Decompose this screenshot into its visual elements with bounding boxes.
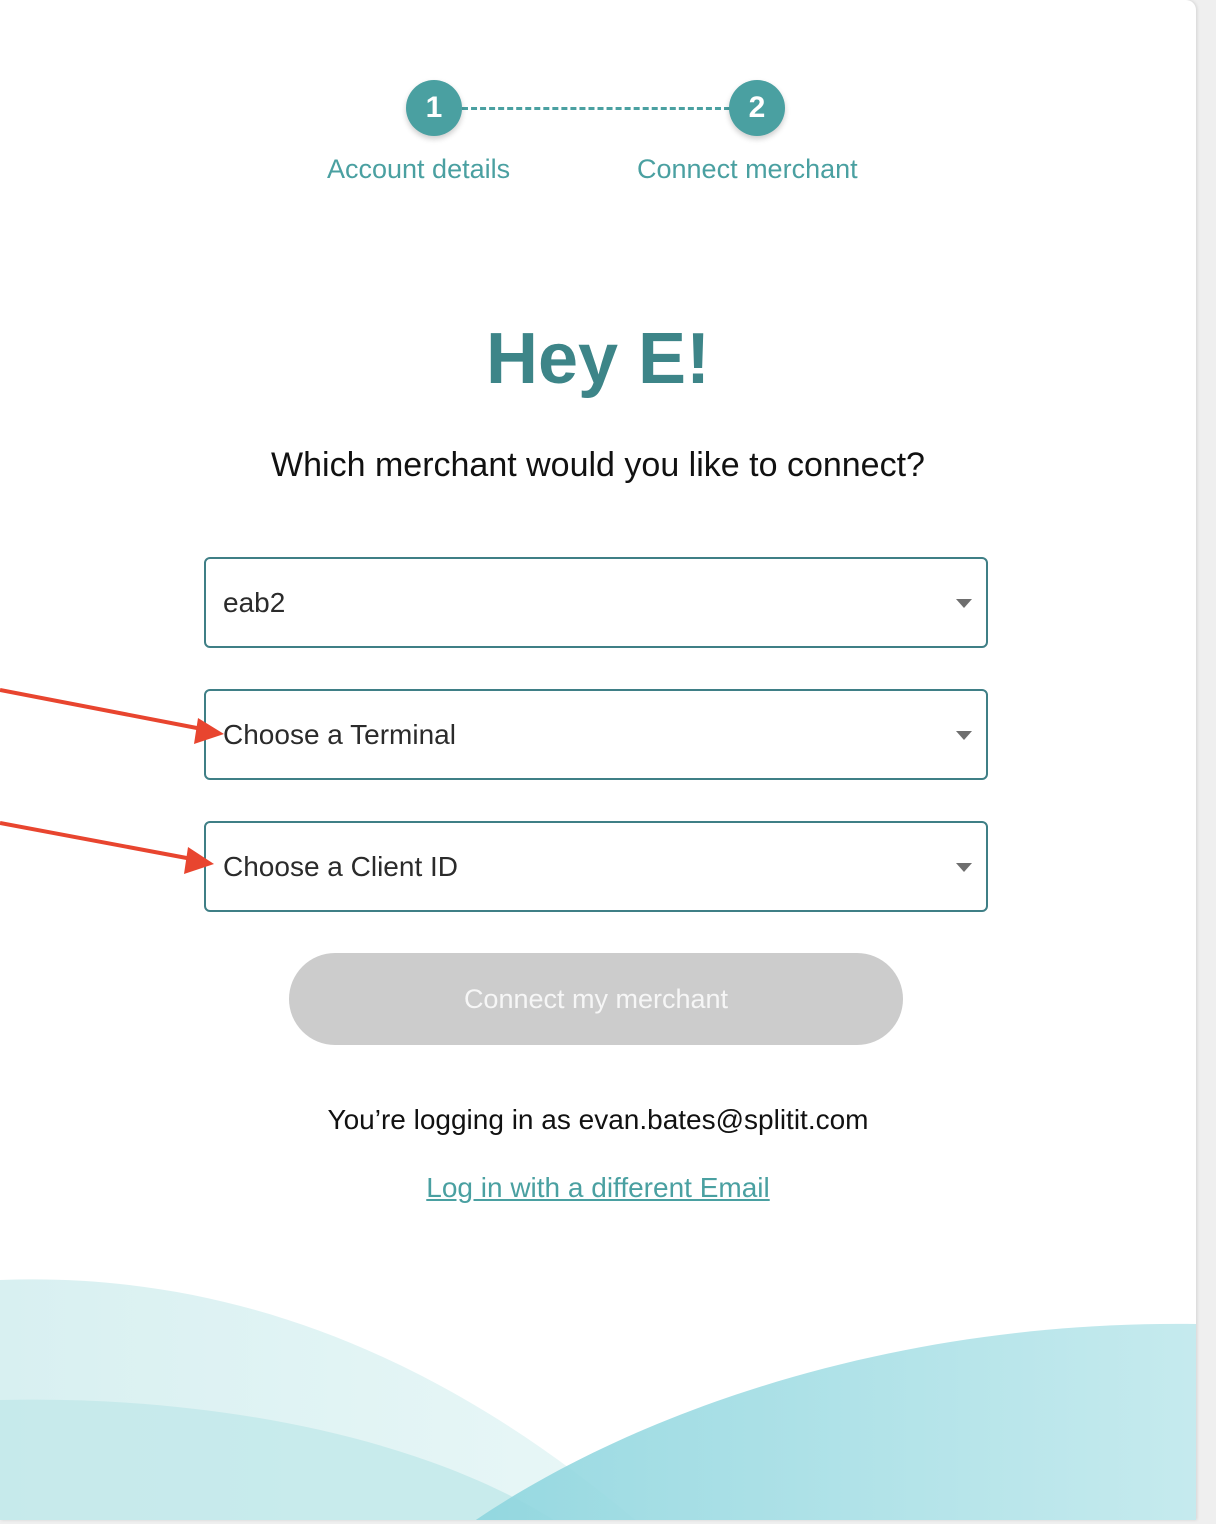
merchant-prompt: Which merchant would you like to connect…	[271, 446, 925, 484]
switch-email-container: Log in with a different Email	[0, 1172, 1196, 1204]
chevron-down-icon	[956, 599, 972, 608]
chevron-down-icon	[956, 731, 972, 740]
step-1-label: Account details	[327, 154, 511, 184]
different-email-link[interactable]: Log in with a different Email	[426, 1172, 769, 1203]
login-info-text: You’re logging in as evan.bates@splitit.…	[327, 1104, 869, 1135]
merchant-select[interactable]: eab2	[204, 557, 988, 648]
stepper-connector	[462, 107, 730, 110]
merchant-select-value: eab2	[223, 587, 286, 618]
signup-card: 1 2 Account details Connect merchant Hey…	[0, 0, 1196, 1520]
step-1-badge: 1	[406, 80, 462, 136]
terminal-select[interactable]: Choose a Terminal	[204, 689, 988, 780]
terminal-select-placeholder: Choose a Terminal	[223, 719, 456, 750]
page-title: Hey E!	[485, 319, 711, 399]
decorative-waves	[0, 1279, 1196, 1520]
step-2-badge: 2	[729, 80, 785, 136]
client-id-select[interactable]: Choose a Client ID	[204, 821, 988, 912]
client-id-select-placeholder: Choose a Client ID	[223, 851, 459, 882]
connect-merchant-button[interactable]: Connect my merchant	[289, 953, 903, 1045]
step-2-label: Connect merchant	[637, 154, 858, 184]
chevron-down-icon	[956, 863, 972, 872]
